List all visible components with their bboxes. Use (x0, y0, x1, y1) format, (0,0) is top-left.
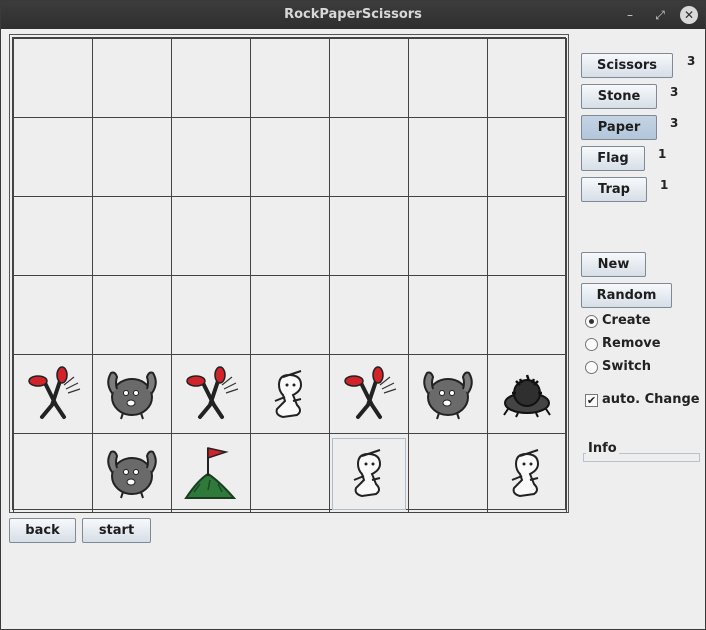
board-cell[interactable] (329, 117, 409, 197)
board-cell[interactable] (487, 433, 567, 513)
board-cell[interactable] (329, 354, 409, 434)
board-cell[interactable] (92, 433, 172, 513)
trap-count: 1 (660, 178, 669, 192)
board-cell[interactable] (329, 38, 409, 118)
board-cell[interactable] (408, 275, 488, 355)
remove-radio-label: Remove (602, 336, 661, 351)
minimize-button[interactable]: – (621, 6, 639, 24)
board-cell[interactable] (92, 196, 172, 276)
board-cell[interactable] (92, 117, 172, 197)
paper-icon (257, 361, 323, 425)
board-cell[interactable] (171, 117, 251, 197)
board-cell[interactable] (13, 354, 93, 434)
board-cell[interactable] (487, 38, 567, 118)
maximize-button[interactable]: ⤢ (651, 6, 669, 24)
board-cell[interactable] (171, 433, 251, 513)
stone-count: 3 (670, 85, 679, 99)
board-cell[interactable] (171, 354, 251, 434)
board-cell[interactable] (329, 275, 409, 355)
board-cell[interactable] (408, 38, 488, 118)
game-board (9, 34, 569, 513)
create-radio-label: Create (602, 313, 651, 328)
checkmark-icon[interactable]: ✔ (585, 394, 598, 407)
board-cell[interactable] (250, 433, 330, 513)
stone-icon (99, 440, 165, 504)
board-cell[interactable] (329, 196, 409, 276)
paper-icon (336, 440, 402, 504)
title-bar: RockPaperScissors – ⤢ ✕ (1, 1, 705, 29)
paper-count: 3 (670, 116, 679, 130)
board-cell[interactable] (487, 196, 567, 276)
create-radio-dot[interactable] (585, 315, 598, 328)
stone-button[interactable]: Stone (581, 84, 657, 109)
close-button[interactable]: ✕ (680, 6, 698, 24)
scissors-icon (20, 361, 86, 425)
board-cell[interactable] (487, 117, 567, 197)
flag-button[interactable]: Flag (581, 146, 645, 171)
switch-radio-dot[interactable] (585, 361, 598, 374)
app-window: RockPaperScissors – ⤢ ✕ Scissors 3 Stone… (0, 0, 706, 630)
board-cell[interactable] (13, 275, 93, 355)
board-cell[interactable] (487, 275, 567, 355)
trap-icon (494, 361, 560, 425)
trap-button[interactable]: Trap (581, 177, 647, 202)
board-cell[interactable] (92, 275, 172, 355)
board-cell[interactable] (250, 38, 330, 118)
start-button[interactable]: start (82, 518, 151, 543)
board-cell[interactable] (13, 433, 93, 513)
board-cell[interactable] (92, 354, 172, 434)
window-title: RockPaperScissors (284, 7, 422, 22)
paper-button[interactable]: Paper (581, 115, 657, 140)
board-grid (12, 37, 567, 513)
board-cell[interactable] (408, 196, 488, 276)
board-cell[interactable] (329, 433, 409, 513)
back-button[interactable]: back (9, 518, 76, 543)
board-cell[interactable] (92, 38, 172, 118)
board-cell[interactable] (487, 354, 567, 434)
paper-icon (494, 440, 560, 504)
flag-icon (178, 440, 244, 504)
new-button[interactable]: New (581, 252, 646, 277)
scissors-button[interactable]: Scissors (581, 53, 673, 78)
board-cell[interactable] (13, 38, 93, 118)
board-cell[interactable] (250, 354, 330, 434)
board-cell[interactable] (408, 117, 488, 197)
stone-icon (99, 361, 165, 425)
board-cell[interactable] (171, 196, 251, 276)
board-cell[interactable] (13, 117, 93, 197)
scissors-icon (336, 361, 402, 425)
board-cell[interactable] (408, 433, 488, 513)
scissors-icon (178, 361, 244, 425)
scissors-count: 3 (687, 54, 696, 68)
remove-radio-dot[interactable] (585, 338, 598, 351)
board-cell[interactable] (250, 196, 330, 276)
stone-icon (415, 361, 481, 425)
random-button[interactable]: Random (581, 283, 672, 308)
auto-change-label: auto. Change (602, 392, 700, 407)
board-cell[interactable] (171, 38, 251, 118)
board-cell[interactable] (250, 275, 330, 355)
flag-count: 1 (658, 147, 667, 161)
board-cell[interactable] (408, 354, 488, 434)
board-cell[interactable] (250, 117, 330, 197)
board-cell[interactable] (171, 275, 251, 355)
board-cell[interactable] (13, 196, 93, 276)
info-title: Info (586, 441, 619, 456)
switch-radio-label: Switch (602, 359, 652, 374)
